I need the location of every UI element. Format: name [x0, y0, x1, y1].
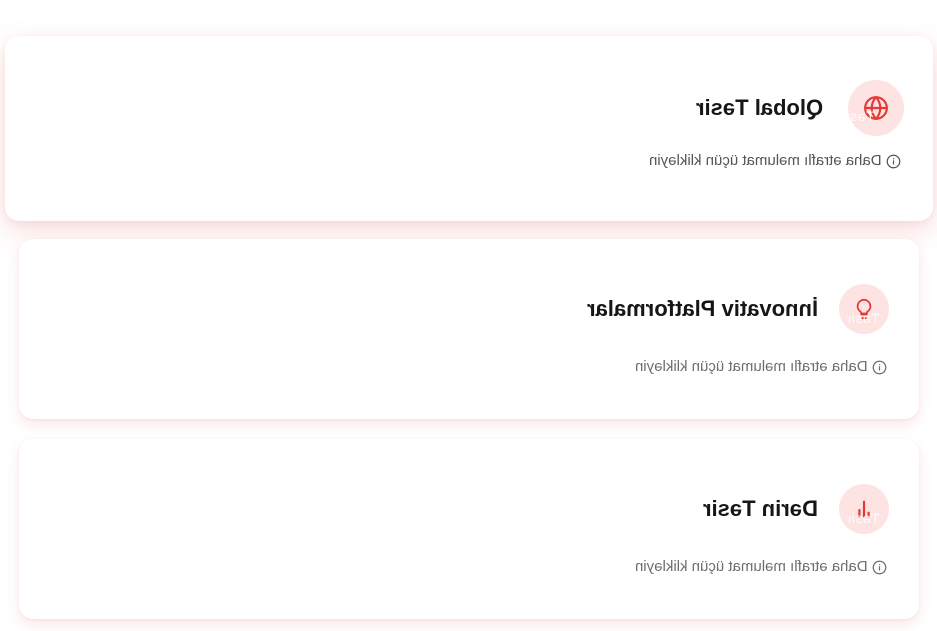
info-icon: [886, 154, 901, 169]
hint-text: Daha ətraflı məlumat üçün klikləyin: [635, 558, 868, 575]
hint-text: Daha ətraflı məlumat üçün klikləyin: [649, 152, 882, 169]
more-info-hint: Daha ətraflı məlumat üçün klikləyin: [635, 558, 887, 576]
bar-chart-icon: [853, 498, 875, 520]
card-title: Dərin Təsir: [703, 496, 818, 521]
card-deep-impact[interactable]: Təsir Dərin Təsir Daha ətraflı məlumat ü…: [19, 439, 919, 619]
info-icon: [872, 360, 887, 375]
card-icon-badge: [848, 80, 904, 136]
card-icon-badge: [839, 284, 889, 334]
hint-text: Daha ətraflı məlumat üçün klikləyin: [635, 358, 868, 375]
more-info-hint: Daha ətraflı məlumat üçün klikləyin: [635, 358, 887, 376]
globe-icon: [863, 95, 889, 121]
card-global-impact[interactable]: Təsir Qlobal Təsir Daha ətraflı məlumat …: [5, 36, 933, 221]
card-icon-badge: [839, 484, 889, 534]
more-info-hint: Daha ətraflı məlumat üçün klikləyin: [649, 152, 901, 170]
card-title: İnnovativ Platformalar: [586, 296, 818, 321]
lightbulb-icon: [853, 297, 875, 321]
card-title: Qlobal Təsir: [695, 95, 823, 120]
card-innovative-platforms[interactable]: Təsir İnnovativ Platformalar Daha ətrafl…: [19, 239, 919, 419]
info-icon: [872, 560, 887, 575]
impact-cards-panel: Təsir Qlobal Təsir Daha ətraflı məlumat …: [0, 0, 937, 631]
